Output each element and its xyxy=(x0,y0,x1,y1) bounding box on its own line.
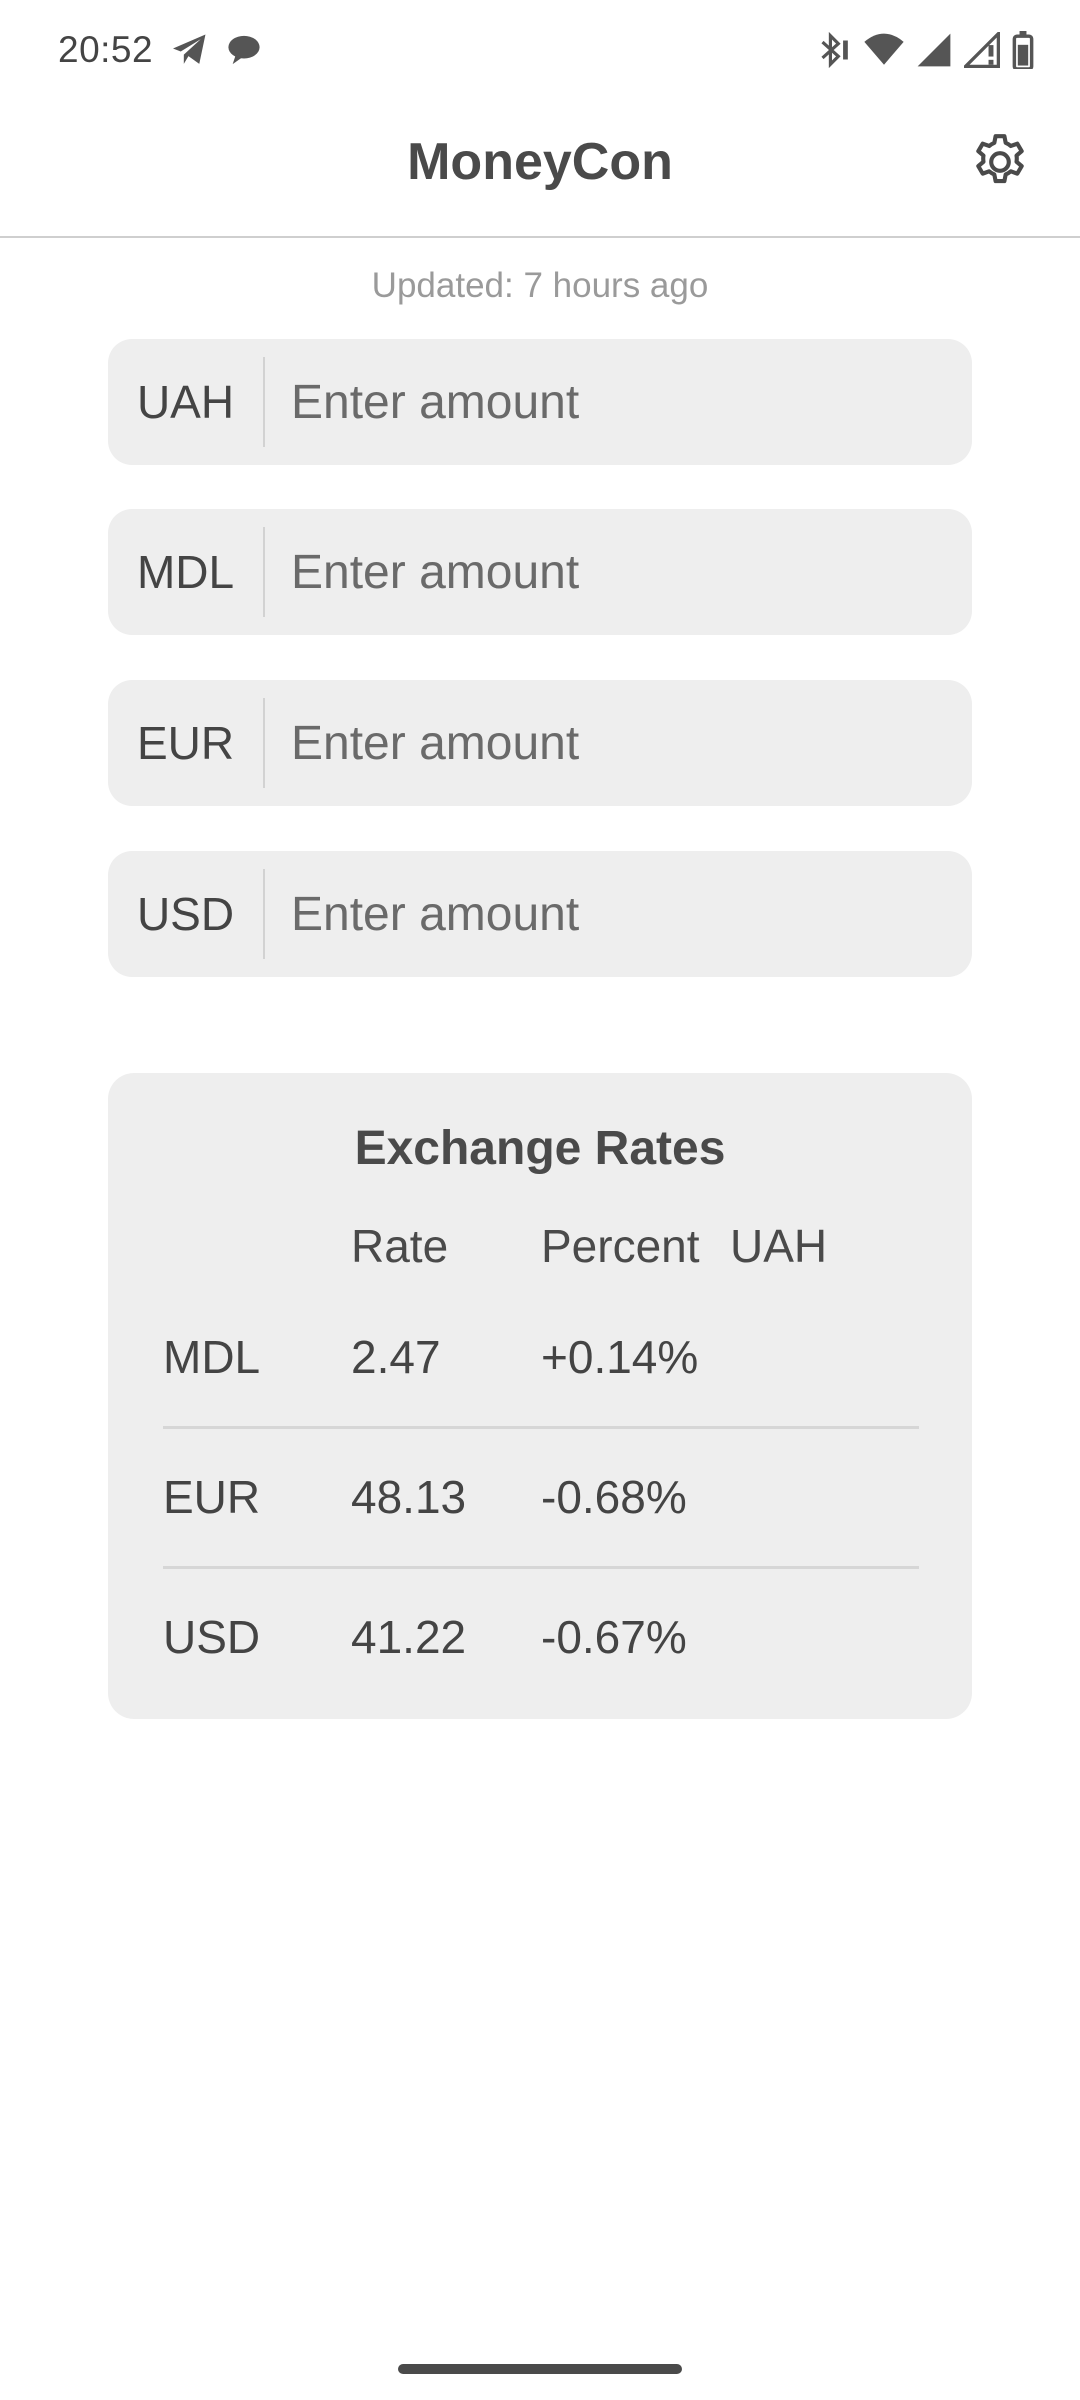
exchange-rates-card: Exchange Rates Rate Percent UAH MDL 2.47… xyxy=(108,1073,972,1719)
status-bar: 20:52 xyxy=(0,0,1080,100)
amount-input-eur[interactable] xyxy=(265,680,972,806)
rate-divider xyxy=(163,1566,919,1569)
app-title: MoneyCon xyxy=(407,133,673,191)
screen: 20:52 MoneyCon Updated: 7 hours ago UAH … xyxy=(0,0,1080,2400)
amount-input-uah[interactable] xyxy=(265,339,972,465)
percent-column-header: Percent xyxy=(541,1220,700,1272)
rate-value: 41.22 xyxy=(351,1611,467,1663)
rate-currency: MDL xyxy=(163,1331,261,1383)
gesture-bar[interactable] xyxy=(398,2364,682,2374)
currency-code: UAH xyxy=(136,376,235,428)
cell-signal-icon xyxy=(916,32,952,68)
status-left: 20:52 xyxy=(58,29,261,71)
battery-icon xyxy=(1012,31,1034,69)
bluetooth-icon xyxy=(812,31,852,69)
app-bar: MoneyCon xyxy=(0,100,1080,238)
rate-currency: EUR xyxy=(163,1471,261,1523)
currency-row-eur: EUR xyxy=(108,680,972,806)
rate-row-eur: EUR 48.13 -0.68% xyxy=(163,1446,919,1546)
chat-bubble-icon xyxy=(227,34,261,66)
rates-title: Exchange Rates xyxy=(354,1122,726,1175)
wifi-icon xyxy=(864,32,904,68)
rate-value: 48.13 xyxy=(351,1471,467,1523)
currency-code: MDL xyxy=(136,546,235,598)
currency-row-uah: UAH xyxy=(108,339,972,465)
rate-currency: USD xyxy=(163,1611,261,1663)
status-time: 20:52 xyxy=(58,29,154,70)
currency-row-usd: USD xyxy=(108,851,972,977)
currency-row-mdl: MDL xyxy=(108,509,972,635)
amount-input-usd[interactable] xyxy=(265,851,972,977)
updated-text: Updated: 7 hours ago xyxy=(371,266,709,305)
rate-row-usd: USD 41.22 -0.67% xyxy=(163,1586,919,1686)
base-currency-header: UAH xyxy=(730,1220,828,1272)
currency-code: EUR xyxy=(136,717,235,769)
rate-divider xyxy=(163,1426,919,1429)
rate-column-header: Rate xyxy=(351,1220,449,1272)
rate-percent: +0.14% xyxy=(541,1331,699,1383)
gear-icon xyxy=(969,131,1031,198)
rate-value: 2.47 xyxy=(351,1331,441,1383)
amount-input-mdl[interactable] xyxy=(265,509,972,635)
rate-percent: -0.68% xyxy=(541,1471,687,1523)
settings-button[interactable] xyxy=(966,130,1034,198)
status-right xyxy=(812,31,1034,69)
rate-percent: -0.67% xyxy=(541,1611,687,1663)
telegram-icon xyxy=(171,33,209,67)
currency-code: USD xyxy=(136,888,235,940)
rate-row-mdl: MDL 2.47 +0.14% xyxy=(163,1306,919,1406)
cell-signal-no-data-icon xyxy=(964,32,1000,68)
